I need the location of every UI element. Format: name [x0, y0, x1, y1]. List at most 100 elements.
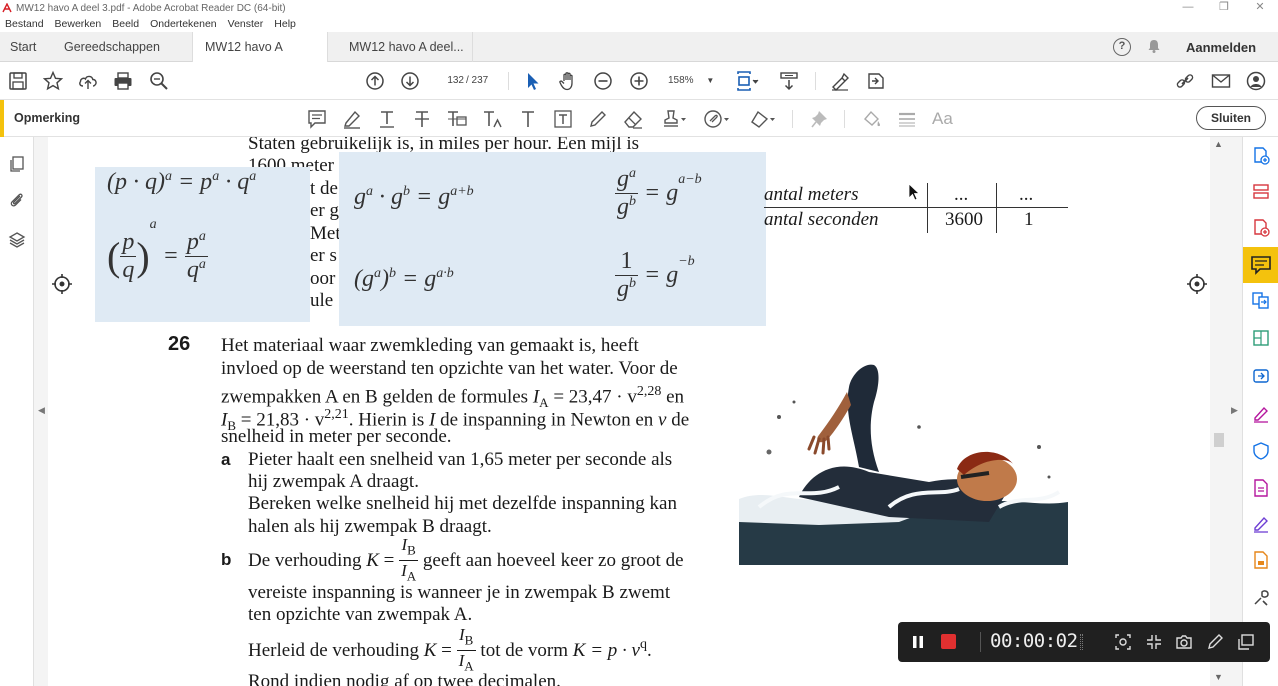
text-span: tot de vorm	[475, 639, 573, 661]
upload-cloud-icon[interactable]	[77, 70, 99, 92]
user-add-icon[interactable]	[1245, 70, 1267, 92]
request-signature-icon[interactable]	[1252, 515, 1270, 533]
window-switch-icon[interactable]	[1237, 633, 1255, 654]
eraser-icon[interactable]	[622, 108, 644, 130]
pin-icon[interactable]	[809, 108, 831, 130]
scan-document-icon[interactable]	[1252, 551, 1270, 569]
menu-ondertekenen[interactable]: Ondertekenen	[150, 18, 217, 30]
screenshot-region-icon[interactable]	[1114, 633, 1132, 654]
formula-text: )	[381, 266, 389, 292]
previous-page-icon[interactable]	[364, 70, 386, 92]
toolbar-divider	[815, 72, 816, 90]
tab-document-2[interactable]: MW12 havo A deel...	[349, 32, 464, 62]
comment-tool-icon[interactable]	[1243, 247, 1278, 283]
page-number-input[interactable]: 132	[432, 71, 464, 91]
edit-pdf-icon[interactable]	[1252, 329, 1270, 347]
chevron-down-icon: ▼	[706, 76, 715, 85]
create-pdf-icon[interactable]	[1252, 147, 1270, 165]
pencil-draw-icon[interactable]	[587, 108, 609, 130]
scrollbar-thumb[interactable]	[1214, 433, 1224, 447]
tab-divider	[472, 32, 473, 62]
notification-bell-icon[interactable]	[1146, 38, 1162, 57]
minimize-button[interactable]: —	[1170, 0, 1206, 16]
share-stamp-icon[interactable]	[864, 70, 886, 92]
minimize-recorder-icon[interactable]	[1145, 633, 1163, 654]
text-span: K = p · v	[572, 639, 640, 661]
recorder-drag-handle[interactable]	[1080, 634, 1083, 650]
close-window-button[interactable]: ✕	[1242, 0, 1278, 16]
zoom-search-icon[interactable]	[148, 70, 170, 92]
menu-bewerken[interactable]: Bewerken	[55, 18, 102, 30]
protect-shield-icon[interactable]	[1252, 442, 1270, 460]
send-for-review-icon[interactable]	[1252, 367, 1270, 385]
prepare-form-icon[interactable]	[1252, 479, 1270, 497]
comment-toolbar: Opmerking Aa Sluiten	[0, 100, 1278, 137]
formula-exponent: a+b	[450, 184, 474, 199]
text-exponent: q	[639, 636, 647, 652]
formula-exponent: b	[389, 266, 396, 281]
combine-files-icon[interactable]	[1252, 291, 1270, 309]
menu-help[interactable]: Help	[274, 18, 296, 30]
page-thumbnails-icon[interactable]	[8, 155, 26, 176]
stop-record-button[interactable]	[941, 634, 956, 649]
doc-partial-line: er s	[310, 245, 337, 266]
save-icon[interactable]	[7, 70, 29, 92]
close-comment-button[interactable]: Sluiten	[1196, 106, 1266, 130]
maximize-button[interactable]: ❐	[1206, 0, 1242, 16]
page-layout-icon[interactable]	[735, 70, 759, 92]
shapes-icon[interactable]	[749, 108, 777, 130]
fill-sign-icon[interactable]	[1252, 405, 1270, 423]
pause-icon[interactable]	[912, 635, 924, 652]
zoom-out-icon[interactable]	[592, 70, 614, 92]
line-style-icon[interactable]	[896, 108, 918, 130]
hand-tool-icon[interactable]	[557, 70, 579, 92]
add-text-icon[interactable]	[517, 108, 539, 130]
insert-text-icon[interactable]	[482, 108, 504, 130]
tab-start[interactable]: Start	[10, 32, 36, 62]
tab-tools[interactable]: Gereedschappen	[64, 32, 160, 62]
zoom-level-dropdown[interactable]: 158% ▼	[668, 71, 718, 91]
collapse-right-pane-icon[interactable]: ▶	[1231, 405, 1238, 416]
more-tools-icon[interactable]	[1252, 589, 1270, 607]
export-pdf-icon[interactable]	[1252, 219, 1270, 237]
text-span: =	[378, 549, 400, 571]
draw-pen-icon[interactable]	[1206, 633, 1224, 654]
text-properties-icon[interactable]: Aa	[932, 108, 954, 130]
tab-document-active[interactable]: MW12 havo A deel...×	[192, 32, 328, 84]
bookmark-star-icon[interactable]	[42, 70, 64, 92]
stamp-icon[interactable]	[660, 108, 688, 130]
organize-pages-icon[interactable]	[1252, 183, 1270, 201]
vertical-scrollbar[interactable]: ▲ ▼	[1210, 137, 1228, 686]
attachments-paperclip-icon[interactable]	[8, 191, 26, 212]
sticky-note-icon[interactable]	[306, 108, 328, 130]
attach-file-icon[interactable]	[703, 108, 731, 130]
scroll-up-icon[interactable]: ▲	[1214, 139, 1223, 149]
collapse-left-pane-icon[interactable]: ◀	[38, 405, 45, 416]
highlight-pen-icon[interactable]	[341, 108, 363, 130]
fill-color-icon[interactable]	[861, 108, 883, 130]
next-page-icon[interactable]	[399, 70, 421, 92]
sign-in-link[interactable]: Aanmelden	[1186, 32, 1256, 62]
menu-beeld[interactable]: Beeld	[112, 18, 139, 30]
print-icon[interactable]	[112, 70, 134, 92]
text-box-icon[interactable]	[552, 108, 574, 130]
scroll-mode-icon[interactable]	[778, 70, 800, 92]
help-icon[interactable]: ?	[1113, 38, 1131, 56]
strikethrough-text-icon[interactable]	[411, 108, 433, 130]
formula-exponent: a	[198, 228, 206, 244]
sign-pen-icon[interactable]	[829, 70, 851, 92]
underline-text-icon[interactable]	[376, 108, 398, 130]
replace-text-icon[interactable]	[446, 108, 468, 130]
scroll-down-icon[interactable]: ▼	[1214, 672, 1223, 682]
menu-venster[interactable]: Venster	[228, 18, 264, 30]
menu-bestand[interactable]: Bestand	[5, 18, 44, 30]
email-icon[interactable]	[1210, 70, 1232, 92]
select-cursor-icon[interactable]	[522, 70, 544, 92]
title-bar: MW12 havo A deel 3.pdf - Adobe Acrobat R…	[0, 0, 1278, 16]
layers-icon[interactable]	[8, 231, 26, 252]
formula-fraction: 1 gb	[615, 248, 638, 303]
zoom-in-icon[interactable]	[628, 70, 650, 92]
camera-icon[interactable]	[1175, 633, 1193, 654]
link-share-icon[interactable]	[1174, 70, 1196, 92]
text-span: de	[666, 409, 690, 431]
